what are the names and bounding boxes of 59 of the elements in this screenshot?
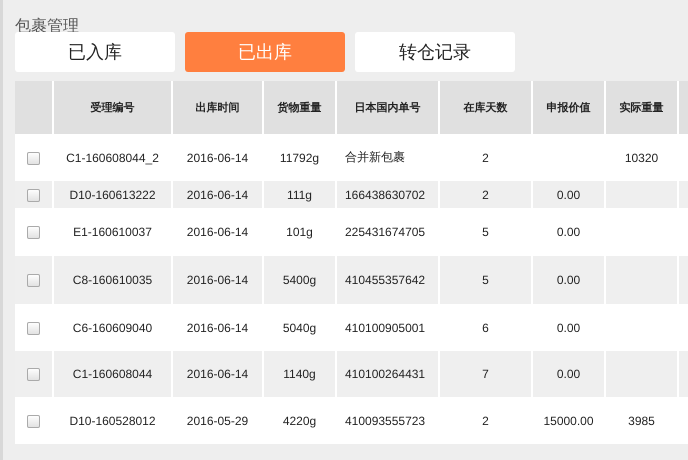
- table-cell: 1140g: [263, 351, 336, 397]
- table-cell: 166438630702: [336, 181, 439, 208]
- checkbox[interactable]: [27, 368, 40, 382]
- table-cell: C8-160610035: [53, 256, 172, 304]
- column-header: 受理编号: [53, 81, 172, 134]
- table-cell: 2016-06-14: [172, 208, 263, 256]
- tab[interactable]: 已入库: [15, 32, 175, 72]
- column-header: 货物重量: [263, 81, 336, 134]
- table-cell: 225431674705: [336, 208, 439, 256]
- table-cell: 7: [439, 351, 532, 397]
- table-cell: 5040g: [263, 304, 336, 351]
- table-cell: D10-160613222: [53, 181, 172, 208]
- column-header: 日本国内单号: [336, 81, 439, 134]
- table-cell: 3985: [605, 397, 678, 444]
- table-cell: 2016-06-14: [172, 134, 263, 181]
- table-cell: 101g: [263, 208, 336, 256]
- table-cell: 4220g: [263, 397, 336, 444]
- table-cell: 410100905001: [336, 304, 439, 351]
- table-cell: C1-160608044: [53, 351, 172, 397]
- checkbox[interactable]: [27, 152, 40, 165]
- table-cell: C6-160609040: [53, 304, 172, 351]
- table-cell: 2016-05-29: [172, 397, 263, 444]
- table-cell: 2: [439, 397, 532, 444]
- table-cell: 0.00: [532, 256, 605, 304]
- table-cell: 0.00: [532, 304, 605, 351]
- table-cell: 2016-06-14: [172, 351, 263, 397]
- table-cell: 2016-06-14: [172, 256, 263, 304]
- table-cell: 0.00: [532, 208, 605, 256]
- checkbox[interactable]: [27, 414, 40, 428]
- table-cell: 5: [439, 256, 532, 304]
- checkbox[interactable]: [27, 188, 40, 202]
- table-cell: 410093555723: [336, 397, 439, 444]
- column-header: 出库时间: [172, 81, 263, 134]
- table-cell: 5400g: [263, 256, 336, 304]
- table-cell: D10-160528012: [53, 397, 172, 444]
- table-cell: 2: [439, 181, 532, 208]
- checkbox[interactable]: [27, 226, 40, 240]
- checkbox[interactable]: [27, 322, 40, 335]
- checkbox[interactable]: [27, 274, 40, 288]
- table-cell: E1-160610037: [53, 208, 172, 256]
- table-cell: 15000.00: [532, 397, 605, 444]
- table-cell: 2016-06-14: [172, 304, 263, 351]
- column-header: 实际重量: [605, 81, 678, 134]
- column-header: 在库天数: [439, 81, 532, 134]
- table-cell: 11792g: [263, 134, 336, 181]
- table-cell: 10320: [605, 134, 678, 181]
- table-cell: 5: [439, 208, 532, 256]
- table-cell: 6: [439, 304, 532, 351]
- tab[interactable]: 转仓记录: [355, 32, 515, 72]
- table-cell: 410100264431: [336, 351, 439, 397]
- table-cell: 2: [439, 134, 532, 181]
- table-cell: C1-160608044_2: [53, 134, 172, 181]
- table-cell: 0.00: [532, 181, 605, 208]
- table-cell: 111g: [263, 181, 336, 208]
- table-cell: 410455357642: [336, 256, 439, 304]
- table-cell: 2016-06-14: [172, 181, 263, 208]
- table-cell: 0.00: [532, 351, 605, 397]
- table-cell: 合并新包裹: [336, 134, 439, 181]
- column-header: 申报价值: [532, 81, 605, 134]
